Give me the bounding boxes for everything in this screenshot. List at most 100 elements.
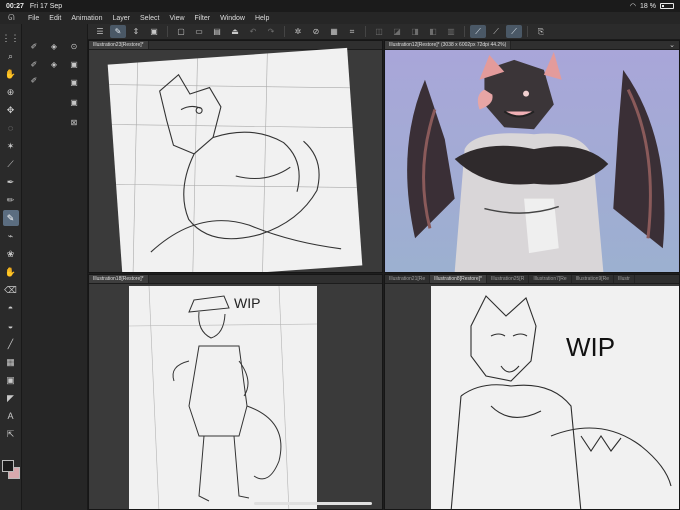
menu-help[interactable]: Help xyxy=(255,15,269,22)
operation-icon[interactable]: ⊕ xyxy=(3,84,19,100)
main-color-swatch[interactable] xyxy=(2,460,14,472)
canvas-area[interactable]: WIP xyxy=(385,284,679,509)
canvas-tab[interactable]: Illustration9[Re xyxy=(572,275,615,283)
stabilizer-icon-3[interactable]: ⟋ xyxy=(506,25,522,38)
zoom-icon[interactable]: ⌕ xyxy=(3,48,19,64)
delete-icon[interactable]: ⊠ xyxy=(68,116,80,128)
divider xyxy=(365,26,366,37)
menu-edit[interactable]: Edit xyxy=(49,15,61,22)
canvas-area[interactable]: WIP xyxy=(89,284,382,509)
lasso-icon[interactable]: ◌ xyxy=(3,120,19,136)
open-folder-icon[interactable]: ▭ xyxy=(191,25,207,38)
layer-property-icon[interactable]: ▣ xyxy=(68,58,80,70)
app-window: 00:27 Fri 17 Sep ◠ 18 % ᘏ File Edit Anim… xyxy=(0,0,680,510)
tab-bar: Illustration12[Restore]* (3038 x 6002px … xyxy=(385,41,679,50)
tool-palette: ⋮⋮ ⌕ ✋ ⊕ ✥ ◌ ✶ ⟋ ✒ ✏ ✎ ⌁ ❀ ✋ ⌫ ◓ ◒ ╱ ▦ ▣… xyxy=(0,24,22,510)
selection-icon-3[interactable]: ◨ xyxy=(407,25,423,38)
sub-tool-panel: ✐ ✐ ✐ ◈ ◈ ⊙ ▣ ▣ ▣ ⊠ xyxy=(22,24,88,510)
canvas-tab[interactable]: Illustration8[Restore]* xyxy=(430,275,487,283)
eraser-icon[interactable]: ⌫ xyxy=(3,282,19,298)
menu-select[interactable]: Select xyxy=(140,15,159,22)
hand-icon[interactable]: ✋ xyxy=(3,66,19,82)
grip-icon[interactable]: ⋮⋮ xyxy=(2,30,20,46)
gradient-icon[interactable]: ◒ xyxy=(3,318,19,334)
airbrush-icon[interactable]: ⌁ xyxy=(3,228,19,244)
color-swatches xyxy=(2,460,20,482)
canvas-tab[interactable]: Illustration23[Restore]* xyxy=(89,41,149,49)
wip-annotation: WIP xyxy=(234,295,260,311)
ruler-icon[interactable]: ▣ xyxy=(3,372,19,388)
subtool-layers-icon[interactable]: ◈ xyxy=(48,40,60,52)
pen-icon[interactable]: ✒ xyxy=(3,174,19,190)
canvas-area[interactable] xyxy=(385,50,679,272)
magic-wand-icon[interactable]: ✶ xyxy=(3,138,19,154)
selection-icon-4[interactable]: ◧ xyxy=(425,25,441,38)
menu-filter[interactable]: Filter xyxy=(195,15,211,22)
menu-layer[interactable]: Layer xyxy=(112,15,130,22)
save-icon[interactable]: ▤ xyxy=(209,25,225,38)
sketch-paper: WIP xyxy=(129,286,317,509)
home-indicator xyxy=(254,502,372,505)
settings-gear-icon[interactable]: ✲ xyxy=(290,25,306,38)
crop-icon[interactable]: ⌗ xyxy=(344,25,360,38)
hamburger-menu-icon[interactable]: ☰ xyxy=(92,25,108,38)
canvas-tab[interactable]: Illustration25[R xyxy=(487,275,530,283)
balloon-icon[interactable]: ⇱ xyxy=(3,426,19,442)
blend-icon[interactable]: ✋ xyxy=(3,264,19,280)
text-tool-icon[interactable]: ◤ xyxy=(3,390,19,406)
fill-icon[interactable]: ▦ xyxy=(326,25,342,38)
selection-icon-2[interactable]: ◪ xyxy=(389,25,405,38)
wolf-shark-sketch-image: WIP xyxy=(450,295,672,509)
menu-animation[interactable]: Animation xyxy=(71,15,102,22)
redo-icon[interactable]: ↷ xyxy=(263,25,279,38)
export-icon[interactable]: ⏏ xyxy=(227,25,243,38)
pencil-icon[interactable]: ✏ xyxy=(3,192,19,208)
eyedropper-icon[interactable]: ⟋ xyxy=(3,156,19,172)
move-layer-icon[interactable]: ✥ xyxy=(3,102,19,118)
canvas-pane-top-right[interactable]: Illustration12[Restore]* (3038 x 6002px … xyxy=(384,40,680,273)
undo-icon[interactable]: ↶ xyxy=(245,25,261,38)
tab-bar: Illustration18[Restore]* xyxy=(89,275,382,284)
app-logo-icon[interactable]: ᘏ xyxy=(8,14,18,22)
menu-file[interactable]: File xyxy=(28,15,39,22)
stabilizer-icon-1[interactable]: ⟋ xyxy=(470,25,486,38)
canvas-area[interactable] xyxy=(89,47,382,272)
canvas-tab[interactable]: Illustration18[Restore]* xyxy=(89,275,149,283)
new-file-icon[interactable]: ▢ xyxy=(173,25,189,38)
selection-icon-1[interactable]: ◫ xyxy=(371,25,387,38)
stabilizer-icon-2[interactable]: ⟋ xyxy=(488,25,504,38)
figure-icon[interactable]: ╱ xyxy=(3,336,19,352)
brush-icon[interactable]: ✎ xyxy=(2,210,19,226)
canvas-tab[interactable]: Illustration7[Re xyxy=(529,275,572,283)
menu-window[interactable]: Window xyxy=(220,15,245,22)
canvas-pane-bottom-left[interactable]: Illustration18[Restore]* WIP xyxy=(88,274,383,510)
clear-icon[interactable]: ⊘ xyxy=(308,25,324,38)
color-panel-icon[interactable]: ▣ xyxy=(68,76,80,88)
wifi-icon: ◠ xyxy=(629,3,637,10)
menu-view[interactable]: View xyxy=(169,15,184,22)
canvas-pane-bottom-right[interactable]: Illustration21[Re Illustration8[Restore]… xyxy=(384,274,680,510)
subtool-smudge-icon[interactable]: ✐ xyxy=(28,74,40,86)
selection-icon-5[interactable]: ▥ xyxy=(443,25,459,38)
chevron-down-icon[interactable]: ⌄ xyxy=(665,41,679,49)
text-icon[interactable]: A xyxy=(3,408,19,424)
swap-arrows-icon[interactable]: ⇕ xyxy=(128,25,144,38)
subtool-blend-icon[interactable]: ✐ xyxy=(28,58,40,70)
frame-icon[interactable]: ▦ xyxy=(3,354,19,370)
status-date: Fri 17 Sep xyxy=(29,2,63,10)
layer-toggle-icon[interactable]: ▣ xyxy=(146,25,162,38)
navigator-icon[interactable]: ⊙ xyxy=(68,40,80,52)
decoration-icon[interactable]: ❀ xyxy=(3,246,19,262)
canvas-tab[interactable]: Illustration21[Re xyxy=(385,275,431,283)
material-icon[interactable]: ▣ xyxy=(68,96,80,108)
canvas-pane-top-left[interactable]: Illustration23[Restore]* xyxy=(88,40,383,273)
snap-icon[interactable]: ⎘ xyxy=(533,25,549,38)
divider xyxy=(167,26,168,37)
brush-mode-icon[interactable]: ✎ xyxy=(110,25,126,38)
fill-bucket-icon[interactable]: ◓ xyxy=(3,300,19,316)
canvas-tab[interactable]: Illustration12[Restore]* (3038 x 6002px … xyxy=(385,41,512,49)
subtool-stack-icon[interactable]: ◈ xyxy=(48,58,60,70)
subtool-brush-icon[interactable]: ✐ xyxy=(28,40,40,52)
cowboy-sketch-image: WIP xyxy=(129,286,317,509)
canvas-tab[interactable]: Illustr xyxy=(614,275,635,283)
